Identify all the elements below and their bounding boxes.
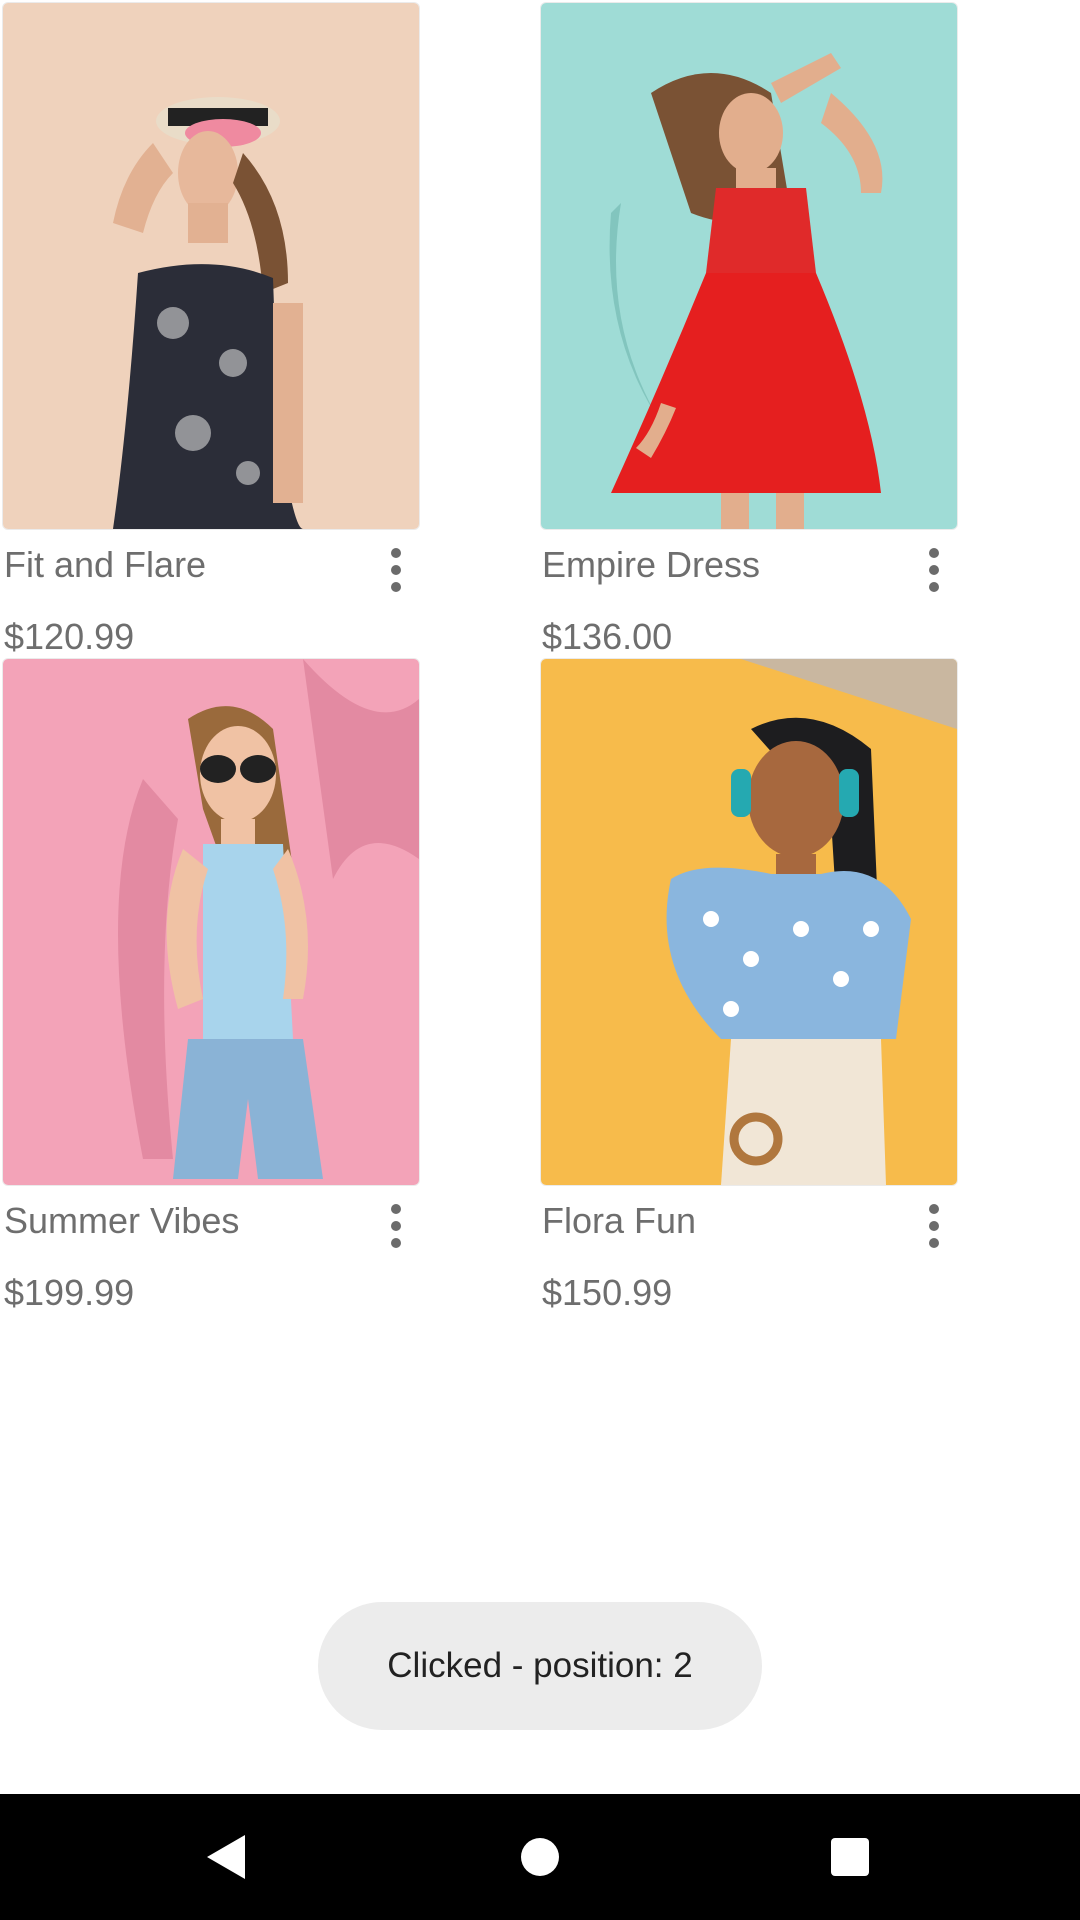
product-title: Fit and Flare (4, 544, 207, 585)
product-meta: Empire Dress $136.00 (540, 530, 958, 658)
product-meta: Summer Vibes $199.99 (2, 1186, 420, 1314)
product-title: Empire Dress (542, 544, 761, 585)
product-image-summer-vibes (3, 659, 419, 1185)
product-card[interactable]: Fit and Flare $120.99 (2, 2, 420, 658)
product-image[interactable] (2, 2, 420, 530)
product-image-flora-fun (541, 659, 957, 1185)
product-image-fit-and-flare (3, 3, 419, 529)
product-image[interactable] (2, 658, 420, 1186)
toast-message: Clicked - position: 2 (318, 1602, 762, 1730)
home-circle-icon[interactable] (510, 1827, 570, 1887)
product-price: $199.99 (4, 1272, 135, 1313)
more-options-icon[interactable] (372, 540, 420, 600)
product-meta: Fit and Flare $120.99 (2, 530, 420, 658)
back-triangle-icon[interactable] (196, 1827, 256, 1887)
product-meta: Flora Fun $150.99 (540, 1186, 958, 1314)
more-options-icon[interactable] (910, 1196, 958, 1256)
product-image-empire-dress (541, 3, 957, 529)
product-card[interactable]: Flora Fun $150.99 (540, 658, 958, 1314)
product-card[interactable]: Summer Vibes $199.99 (2, 658, 420, 1314)
product-price: $120.99 (4, 616, 135, 657)
system-navigation-bar (0, 1794, 1080, 1920)
product-title: Summer Vibes (4, 1200, 240, 1241)
screen: Fit and Flare $120.99 Empire Dress $136.… (0, 0, 1080, 1920)
product-card[interactable]: Empire Dress $136.00 (540, 2, 958, 658)
product-price: $150.99 (542, 1272, 673, 1313)
recents-square-icon[interactable] (820, 1827, 880, 1887)
product-image[interactable] (540, 658, 958, 1186)
product-price: $136.00 (542, 616, 673, 657)
more-options-icon[interactable] (372, 1196, 420, 1256)
more-options-icon[interactable] (910, 540, 958, 600)
product-image[interactable] (540, 2, 958, 530)
product-title: Flora Fun (542, 1200, 697, 1241)
